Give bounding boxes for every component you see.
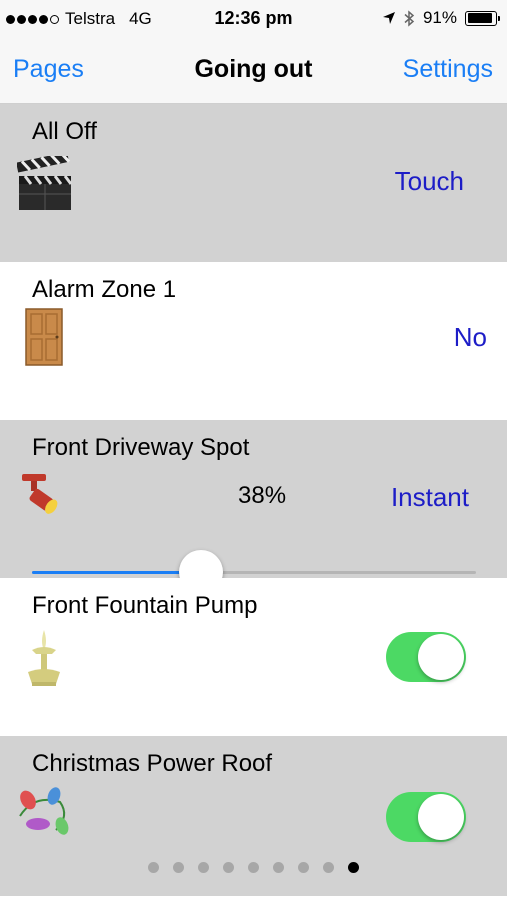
device-row-alarm-zone-1: Alarm Zone 1 No <box>0 262 507 420</box>
device-label: Front Fountain Pump <box>32 592 258 619</box>
page-dot[interactable] <box>348 862 359 873</box>
navigation-bar: Pages Going out Settings <box>0 38 507 104</box>
device-label: Front Driveway Spot <box>32 434 250 461</box>
door-icon <box>25 308 63 366</box>
status-bar: Telstra 4G 12:36 pm 91% <box>0 0 507 38</box>
page-dot[interactable] <box>198 862 209 873</box>
device-label: All Off <box>32 118 97 145</box>
spotlight-icon <box>22 474 58 514</box>
status-right-group: 91% <box>382 8 500 28</box>
page-dot[interactable] <box>173 862 184 873</box>
fountain-icon <box>28 630 60 686</box>
alarm-state-value[interactable]: No <box>454 322 487 353</box>
battery-icon <box>465 10 500 26</box>
battery-percent: 91% <box>422 8 457 27</box>
page-dot[interactable] <box>248 862 259 873</box>
bluetooth-icon <box>404 9 415 27</box>
page-dot[interactable] <box>148 862 159 873</box>
slider-fill <box>32 571 201 574</box>
settings-button[interactable]: Settings <box>403 55 493 84</box>
location-arrow-icon <box>382 12 395 24</box>
clapperboard-icon <box>17 156 73 210</box>
device-label: Christmas Power Roof <box>32 750 273 777</box>
device-row-front-fountain-pump: Front Fountain Pump <box>0 578 507 736</box>
device-row-front-driveway-spot: Front Driveway Spot 38% Instant <box>0 420 507 594</box>
device-row-all-off: All Off Touch <box>0 104 507 262</box>
christmas-lights-toggle[interactable] <box>386 792 466 842</box>
page-dot[interactable] <box>223 862 234 873</box>
touch-button[interactable]: Touch <box>395 166 464 197</box>
dimmer-percent: 38% <box>238 482 287 509</box>
instant-button[interactable]: Instant <box>391 482 469 513</box>
device-label: Alarm Zone 1 <box>32 276 177 303</box>
page-dot[interactable] <box>323 862 334 873</box>
christmas-lights-icon <box>19 787 69 835</box>
page-indicator[interactable] <box>0 862 507 873</box>
fountain-toggle[interactable] <box>386 632 466 682</box>
page-dot[interactable] <box>298 862 309 873</box>
page-dot[interactable] <box>273 862 284 873</box>
